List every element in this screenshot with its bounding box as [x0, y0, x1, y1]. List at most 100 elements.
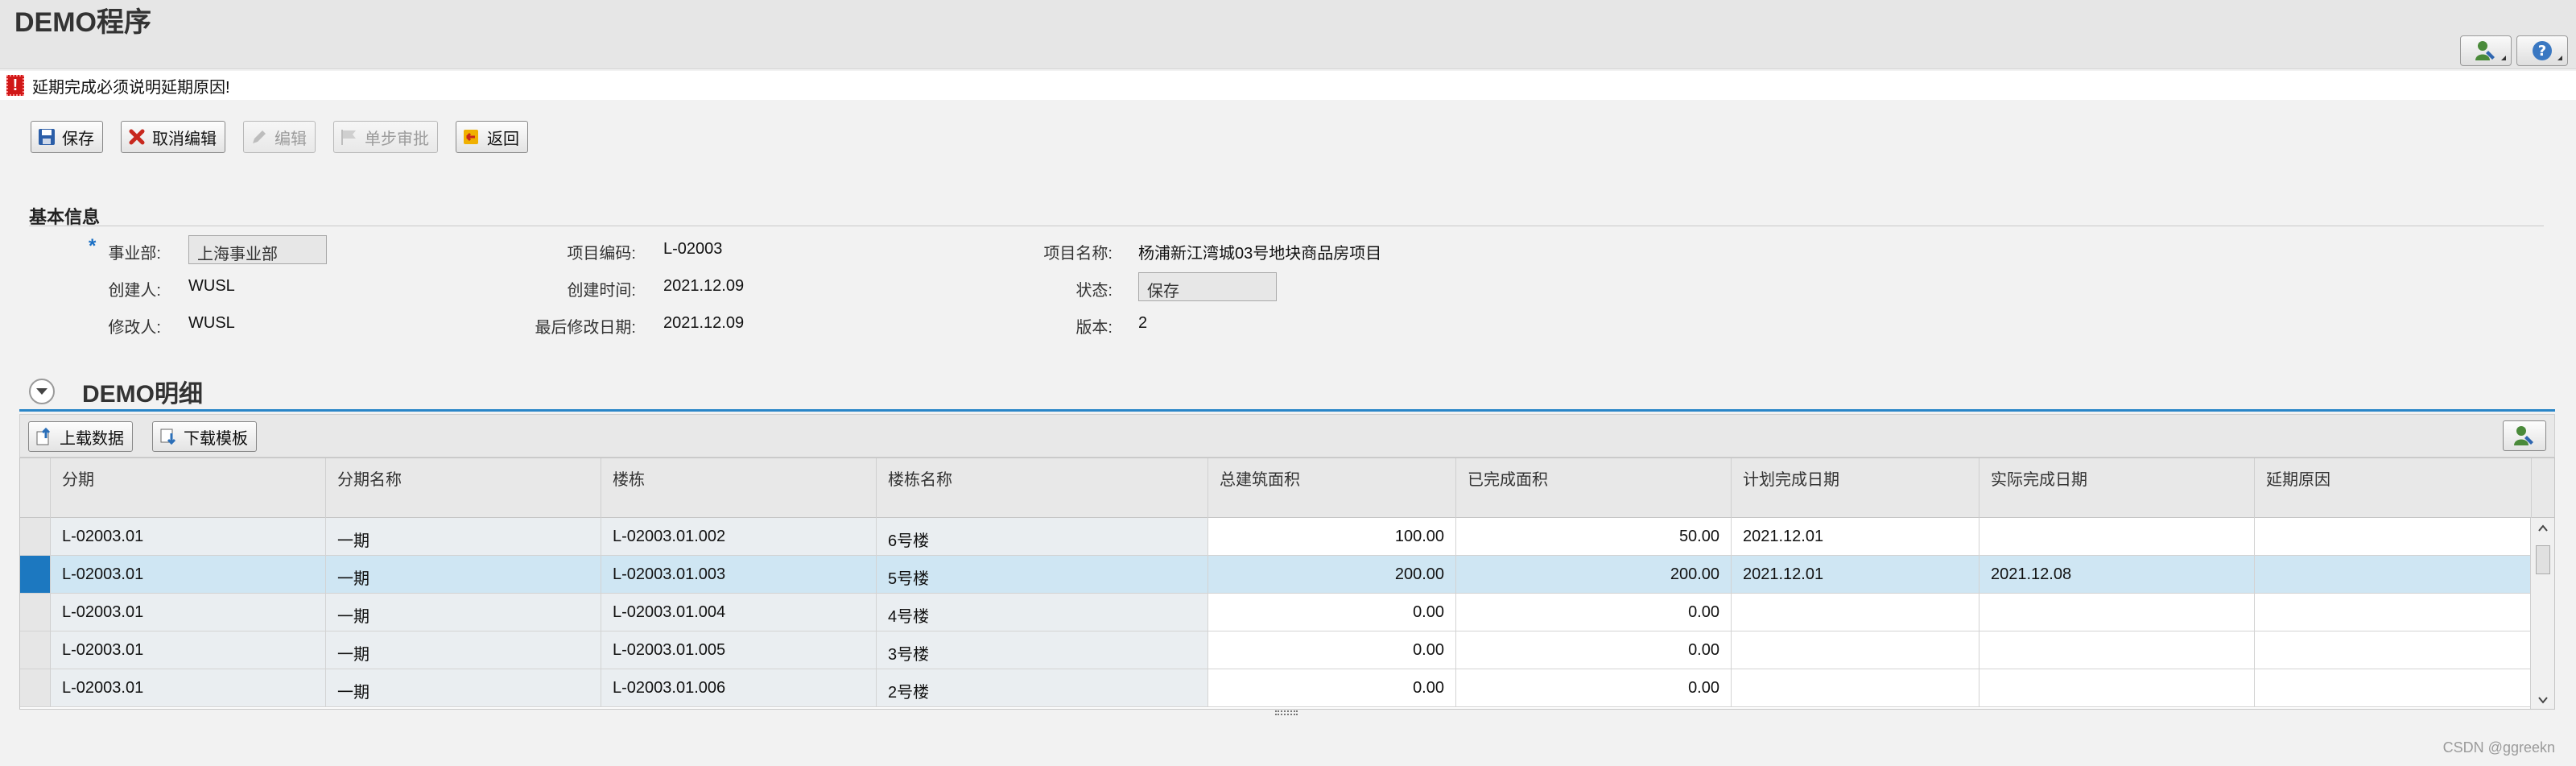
editable-cell[interactable]: 200.00: [1456, 556, 1732, 594]
scroll-down-icon[interactable]: [2537, 694, 2549, 706]
editable-cell[interactable]: [2255, 669, 2532, 707]
row-selector[interactable]: [20, 669, 51, 707]
editable-cell[interactable]: [1732, 669, 1979, 707]
column-header[interactable]: 楼栋: [601, 458, 877, 518]
row-selector[interactable]: [20, 631, 51, 669]
table-cell: L-02003.01.005: [601, 631, 877, 669]
editable-cell[interactable]: [1979, 518, 2255, 556]
table-settings-button[interactable]: [2503, 420, 2546, 451]
detail-title: DEMO明细: [82, 381, 203, 408]
table-cell: L-02003.01.002: [601, 518, 877, 556]
editable-cell[interactable]: [1732, 631, 1979, 669]
table-cell: 一期: [326, 631, 601, 669]
table-cell: L-02003.01.006: [601, 669, 877, 707]
row-selector[interactable]: [20, 518, 51, 556]
vertical-scrollbar[interactable]: [2530, 518, 2554, 709]
app-title: DEMO程序: [14, 7, 151, 38]
column-header[interactable]: 实际完成日期: [1979, 458, 2255, 518]
personalize-button[interactable]: [2460, 35, 2512, 66]
status-label: 状态:: [1075, 282, 1113, 300]
editable-cell[interactable]: [2255, 594, 2532, 631]
column-header[interactable]: 已完成面积: [1456, 458, 1732, 518]
column-header[interactable]: 楼栋名称: [877, 458, 1208, 518]
modifier-label: 修改人:: [108, 319, 161, 337]
table-cell: L-02003.01.003: [601, 556, 877, 594]
row-selector[interactable]: [20, 594, 51, 631]
download-label: 下载模板: [184, 429, 248, 448]
table-row[interactable]: L-02003.01 一期 L-02003.01.003 5号楼 200.00 200.0…: [20, 556, 2554, 594]
editable-cell[interactable]: 200.00: [1208, 556, 1456, 594]
editable-cell[interactable]: [2255, 518, 2532, 556]
select-all-header[interactable]: [20, 458, 51, 518]
download-template-button[interactable]: 下载模板: [152, 421, 257, 452]
table-row[interactable]: L-02003.01 一期 L-02003.01.004 4号楼 0.00 0.00: [20, 594, 2554, 631]
save-label: 保存: [62, 130, 94, 148]
table-cell: L-02003.01: [51, 631, 326, 669]
editable-cell[interactable]: [1979, 594, 2255, 631]
editable-cell[interactable]: [1979, 631, 2255, 669]
editable-cell[interactable]: 0.00: [1208, 669, 1456, 707]
table-cell: L-02003.01: [51, 518, 326, 556]
table-row[interactable]: L-02003.01 一期 L-02003.01.002 6号楼 100.00 50.00…: [20, 518, 2554, 556]
table-row[interactable]: L-02003.01 一期 L-02003.01.005 3号楼 0.00 0.00: [20, 631, 2554, 669]
scroll-up-icon[interactable]: [2537, 523, 2549, 534]
editable-cell[interactable]: 0.00: [1456, 669, 1732, 707]
flag-icon: [339, 126, 360, 147]
last-modified-value: 2021.12.09: [663, 314, 745, 332]
editable-cell[interactable]: 50.00: [1456, 518, 1732, 556]
creator-label: 创建人:: [108, 282, 161, 300]
single-approve-button[interactable]: 单步审批: [333, 121, 438, 153]
column-header[interactable]: 延期原因: [2255, 458, 2532, 518]
editable-cell[interactable]: 100.00: [1208, 518, 1456, 556]
edit-button[interactable]: 编辑: [243, 121, 316, 153]
download-icon: [158, 426, 179, 447]
message-text: 延期完成必须说明延期原因!: [32, 78, 230, 97]
title-bar: DEMO程序 ?: [0, 0, 2576, 69]
row-selector[interactable]: [20, 556, 51, 594]
user-settings-icon: [2475, 41, 2495, 60]
svg-text:?: ?: [2538, 43, 2546, 60]
save-button[interactable]: 保存: [31, 121, 103, 153]
editable-cell[interactable]: 0.00: [1208, 594, 1456, 631]
business-unit-label: 事业部:: [108, 245, 161, 263]
editable-cell[interactable]: [2255, 631, 2532, 669]
editable-cell[interactable]: 0.00: [1456, 594, 1732, 631]
editable-cell[interactable]: 0.00: [1208, 631, 1456, 669]
status-field: 保存: [1138, 272, 1277, 301]
table-cell: L-02003.01.004: [601, 594, 877, 631]
close-icon: [126, 126, 147, 147]
table-toolbar: 上载数据 下载模板: [19, 414, 2555, 458]
help-button[interactable]: ?: [2516, 35, 2568, 66]
editable-cell[interactable]: 2021.12.01: [1732, 556, 1979, 594]
editable-cell[interactable]: [1732, 594, 1979, 631]
cancel-edit-button[interactable]: 取消编辑: [121, 121, 225, 153]
creator-value: WUSL: [188, 277, 235, 295]
editable-cell[interactable]: 2021.12.01: [1732, 518, 1979, 556]
scroll-thumb[interactable]: [2536, 545, 2550, 574]
created-time-label: 创建时间:: [567, 282, 636, 300]
table-cell: 一期: [326, 556, 601, 594]
version-value: 2: [1138, 314, 1148, 332]
column-header[interactable]: 分期名称: [326, 458, 601, 518]
table-cell: 5号楼: [877, 556, 1208, 594]
column-header[interactable]: 总建筑面积: [1208, 458, 1456, 518]
version-label: 版本:: [1075, 319, 1113, 337]
table-row[interactable]: L-02003.01 一期 L-02003.01.006 2号楼 0.00 0.00: [20, 669, 2554, 707]
column-header[interactable]: 分期: [51, 458, 326, 518]
collapse-toggle[interactable]: [29, 379, 55, 404]
table-resize-handle[interactable]: [1275, 710, 1298, 715]
editable-cell[interactable]: [2255, 556, 2532, 594]
editable-cell[interactable]: 2021.12.08: [1979, 556, 2255, 594]
modifier-value: WUSL: [188, 314, 235, 332]
column-header[interactable]: 计划完成日期: [1732, 458, 1979, 518]
table-cell: 一期: [326, 518, 601, 556]
back-button[interactable]: 返回: [456, 121, 528, 153]
editable-cell[interactable]: [1979, 669, 2255, 707]
upload-data-button[interactable]: 上载数据: [28, 421, 133, 452]
exit-icon: [461, 126, 482, 147]
detail-table: 分期 分期名称 楼栋 楼栋名称 总建筑面积 已完成面积 计划完成日期 实际完成日期 延期原因 L…: [19, 458, 2555, 710]
help-icon: ?: [2533, 41, 2552, 60]
table-cell: 6号楼: [877, 518, 1208, 556]
user-settings-icon: [2514, 426, 2533, 445]
editable-cell[interactable]: 0.00: [1456, 631, 1732, 669]
